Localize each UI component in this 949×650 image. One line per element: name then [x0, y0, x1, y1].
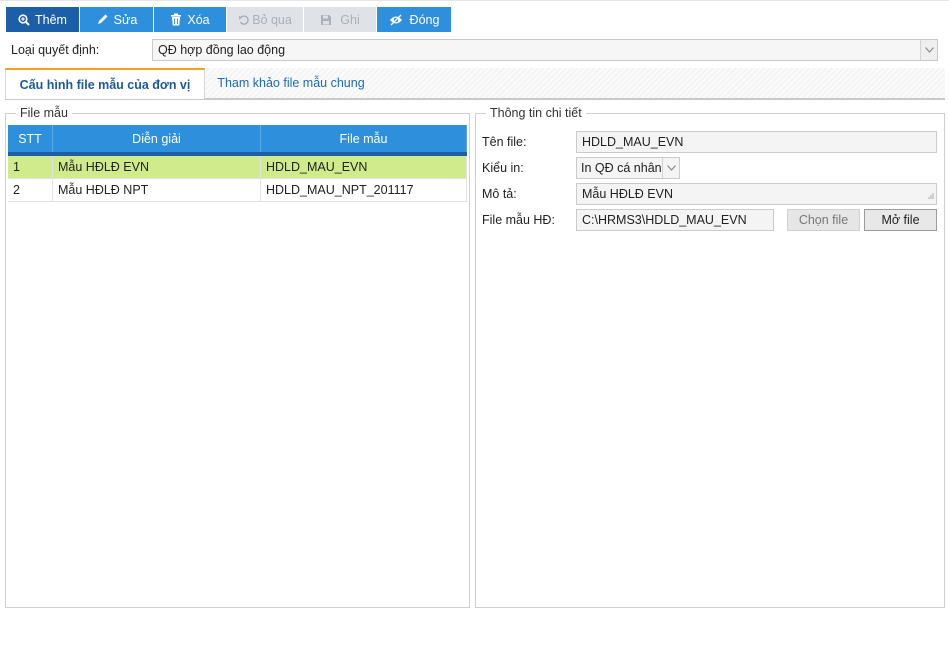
print-type-label: Kiểu in: — [482, 161, 524, 175]
eye-icon — [389, 14, 403, 26]
tab-common-template-reference[interactable]: Tham khảo file mẫu chung — [211, 68, 371, 98]
zoom-plus-icon — [18, 13, 30, 26]
skip-button[interactable]: Bỏ qua — [227, 7, 304, 32]
decision-type-value: QĐ hợp đồng lao động — [158, 43, 286, 57]
toolbar: Thêm Sửa Xóa Bỏ qua Ghi Đóng — [6, 7, 452, 32]
top-divider — [0, 0, 949, 1]
cell-description: Mẫu HĐLĐ EVN — [53, 156, 261, 178]
save-icon — [320, 14, 332, 26]
cell-description: Mẫu HĐLĐ NPT — [53, 179, 261, 201]
edit-button-label: Sửa — [113, 12, 138, 27]
decision-type-label: Loại quyết định: — [11, 43, 100, 57]
cell-file: HDLD_MAU_NPT_201117 — [261, 179, 467, 201]
skip-button-label: Bỏ qua — [252, 12, 292, 27]
file-name-label: Tên file: — [482, 135, 527, 149]
template-panel: File mẫu STT Diễn giải File mẫu 1 Mẫu HĐ… — [5, 106, 470, 608]
tab-unit-template-config[interactable]: Cấu hình file mẫu của đơn vị — [5, 68, 205, 99]
table-row[interactable]: 2 Mẫu HĐLĐ NPT HDLD_MAU_NPT_201117 — [8, 179, 467, 202]
template-grid: STT Diễn giải File mẫu 1 Mẫu HĐLĐ EVN HD… — [8, 125, 467, 202]
cell-file: HDLD_MAU_EVN — [261, 156, 467, 178]
close-button[interactable]: Đóng — [377, 7, 452, 32]
column-header-stt[interactable]: STT — [8, 125, 53, 152]
open-file-button[interactable]: Mở file — [864, 209, 937, 231]
description-textarea[interactable]: Mẫu HĐLĐ EVN — [576, 183, 937, 205]
description-label: Mô tả: — [482, 187, 517, 201]
tab-bar: Cấu hình file mẫu của đơn vị Tham khảo f… — [5, 68, 945, 100]
cell-stt: 2 — [8, 179, 53, 201]
save-button[interactable]: Ghi — [304, 7, 377, 32]
undo-icon — [238, 14, 250, 26]
chevron-down-icon[interactable] — [662, 158, 679, 178]
choose-file-button[interactable]: Chọn file — [787, 209, 860, 231]
print-type-value: In QĐ cá nhân — [581, 161, 662, 175]
delete-button-label: Xóa — [187, 12, 210, 27]
column-header-description[interactable]: Diễn giải — [53, 125, 261, 152]
file-name-input[interactable]: HDLD_MAU_EVN — [576, 131, 937, 153]
detail-panel: Thông tin chi tiết Tên file: HDLD_MAU_EV… — [475, 106, 945, 608]
template-panel-legend: File mẫu — [16, 106, 72, 120]
chevron-down-icon[interactable] — [920, 40, 937, 60]
close-button-label: Đóng — [409, 12, 440, 27]
save-button-label: Ghi — [340, 12, 360, 27]
column-header-file[interactable]: File mẫu — [261, 125, 467, 152]
decision-type-select[interactable]: QĐ hợp đồng lao động — [152, 39, 938, 61]
grid-header: STT Diễn giải File mẫu — [8, 125, 467, 156]
edit-button[interactable]: Sửa — [80, 7, 154, 32]
pencil-icon — [96, 13, 109, 26]
template-file-label: File mẫu HĐ: — [482, 213, 555, 227]
detail-panel-legend: Thông tin chi tiết — [486, 106, 586, 120]
trash-icon — [170, 13, 182, 26]
description-value: Mẫu HĐLĐ EVN — [582, 187, 673, 201]
template-file-path-input[interactable]: C:\HRMS3\HDLD_MAU_EVN — [576, 209, 774, 231]
table-row[interactable]: 1 Mẫu HĐLĐ EVN HDLD_MAU_EVN — [8, 156, 467, 179]
add-button[interactable]: Thêm — [6, 7, 80, 32]
resize-grip-icon[interactable] — [927, 188, 934, 202]
delete-button[interactable]: Xóa — [154, 7, 227, 32]
add-button-label: Thêm — [35, 12, 67, 27]
print-type-select[interactable]: In QĐ cá nhân — [576, 157, 680, 179]
cell-stt: 1 — [8, 156, 53, 178]
